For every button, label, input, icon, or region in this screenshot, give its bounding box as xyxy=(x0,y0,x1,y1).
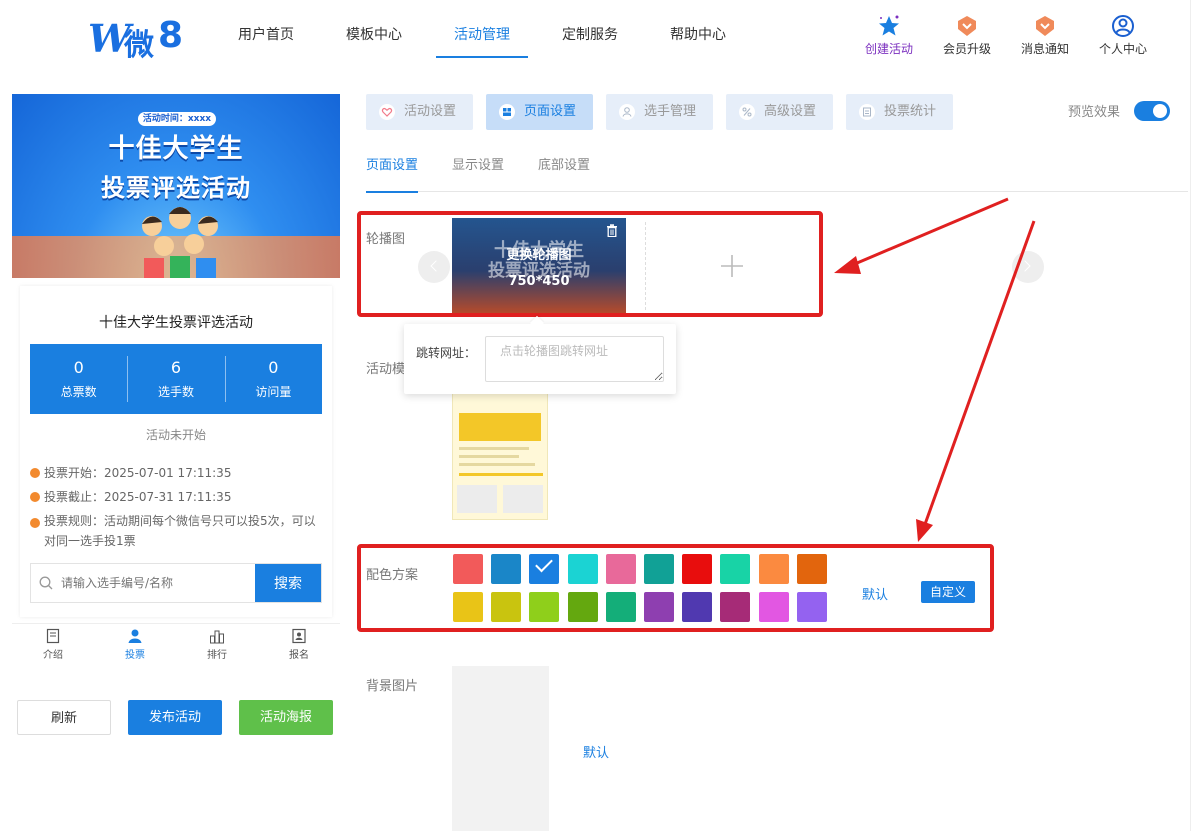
arrow-to-carousel xyxy=(849,197,1009,268)
arrow-to-colors xyxy=(922,220,1036,528)
annotation-arrows xyxy=(834,197,1036,542)
arrowhead-carousel xyxy=(834,256,861,274)
arrowhead-colors xyxy=(916,519,933,542)
